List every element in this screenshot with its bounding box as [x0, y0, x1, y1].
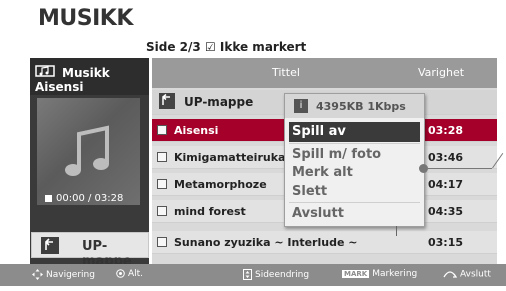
song-title: Metamorphoze	[174, 178, 267, 191]
column-title: Tittel	[272, 66, 300, 79]
file-info: i 4395KB 1Kbps	[285, 94, 424, 118]
footer-navigate: Navigering	[32, 269, 95, 280]
callout-line	[428, 168, 492, 169]
mark-status: Ikke markert	[219, 40, 307, 54]
song-title: mind forest	[174, 205, 246, 218]
checkbox[interactable]	[157, 206, 167, 216]
music-note-icon	[65, 125, 109, 176]
up-folder-icon	[159, 93, 175, 109]
context-menu: i 4395KB 1Kbps Spill av Spill m/ foto Me…	[284, 93, 425, 227]
checkbox-icon: ☑	[204, 40, 216, 54]
exit-icon	[443, 271, 457, 278]
menu-divider	[289, 143, 420, 144]
now-playing-title: Aisensi	[35, 80, 84, 94]
info-icon: i	[294, 99, 308, 113]
checkbox[interactable]	[157, 179, 167, 189]
footer-exit-label: Avslutt	[460, 269, 491, 280]
playback-time: 00:00 / 03:28	[45, 193, 123, 204]
list-item[interactable]: Sunano zyuzika ~ Interlude ~ 03:15	[152, 231, 497, 254]
page-title: MUSIKK	[38, 6, 133, 31]
now-playing-header: Musikk Aisensi	[30, 58, 149, 95]
song-duration: 03:28	[428, 124, 464, 137]
footer-page-change: Sideendring	[243, 269, 309, 280]
song-title: Sunano zyuzika ~ Interlude ~	[174, 236, 358, 249]
music-folder-icon	[35, 65, 55, 77]
song-duration: 03:46	[428, 151, 464, 164]
list-header: Tittel Varighet	[152, 58, 497, 88]
file-info-text: 4395KB 1Kbps	[316, 100, 406, 113]
menu-divider	[289, 202, 420, 203]
menu-item-play-with-photo[interactable]: Spill m/ foto	[289, 145, 420, 165]
song-title: Aisensi	[174, 124, 219, 137]
menu-item-play[interactable]: Spill av	[289, 122, 420, 142]
callout-dot	[419, 164, 428, 173]
folder-row-label: UP-mappe	[184, 95, 254, 109]
song-title: Kimigamatteirukara	[174, 151, 299, 164]
footer-alt-label: Alt.	[128, 269, 144, 279]
menu-item-exit[interactable]: Avslutt	[289, 204, 420, 224]
album-art	[37, 98, 140, 205]
ok-icon	[116, 269, 125, 278]
navigate-icon	[32, 269, 43, 280]
up-folder-button[interactable]: UP-mappe	[31, 232, 149, 269]
song-duration: 04:17	[428, 178, 464, 191]
song-duration: 04:35	[428, 205, 464, 218]
page-info: Side 2/3 ☑ Ikke markert	[146, 40, 306, 54]
column-duration: Varighet	[418, 66, 465, 79]
footer-alt: Alt.	[116, 269, 143, 279]
footer-mark-label: Markering	[372, 269, 418, 279]
footer-bar: Navigering Alt. Sideendring MARK Markerin…	[0, 264, 506, 286]
song-duration: 03:15	[428, 236, 464, 249]
panel-label: Musikk	[62, 66, 110, 80]
up-folder-icon	[41, 237, 59, 254]
footer-exit: Avslutt	[443, 269, 491, 280]
stop-icon	[45, 194, 52, 202]
checkbox[interactable]	[157, 237, 167, 247]
checkbox[interactable]	[157, 152, 167, 162]
menu-item-delete[interactable]: Slett	[289, 182, 420, 202]
footer-mark: MARK Markering	[342, 269, 417, 279]
footer-page-change-label: Sideendring	[255, 270, 310, 280]
footer-navigate-label: Navigering	[46, 270, 95, 280]
menu-item-mark-all[interactable]: Merk alt	[289, 163, 420, 183]
time-text: 00:00 / 03:28	[56, 193, 124, 204]
page-number: Side 2/3	[146, 40, 201, 54]
callout-line	[396, 226, 397, 236]
mark-icon: MARK	[342, 269, 370, 278]
page-change-icon	[243, 269, 252, 280]
checkbox[interactable]	[157, 125, 167, 135]
